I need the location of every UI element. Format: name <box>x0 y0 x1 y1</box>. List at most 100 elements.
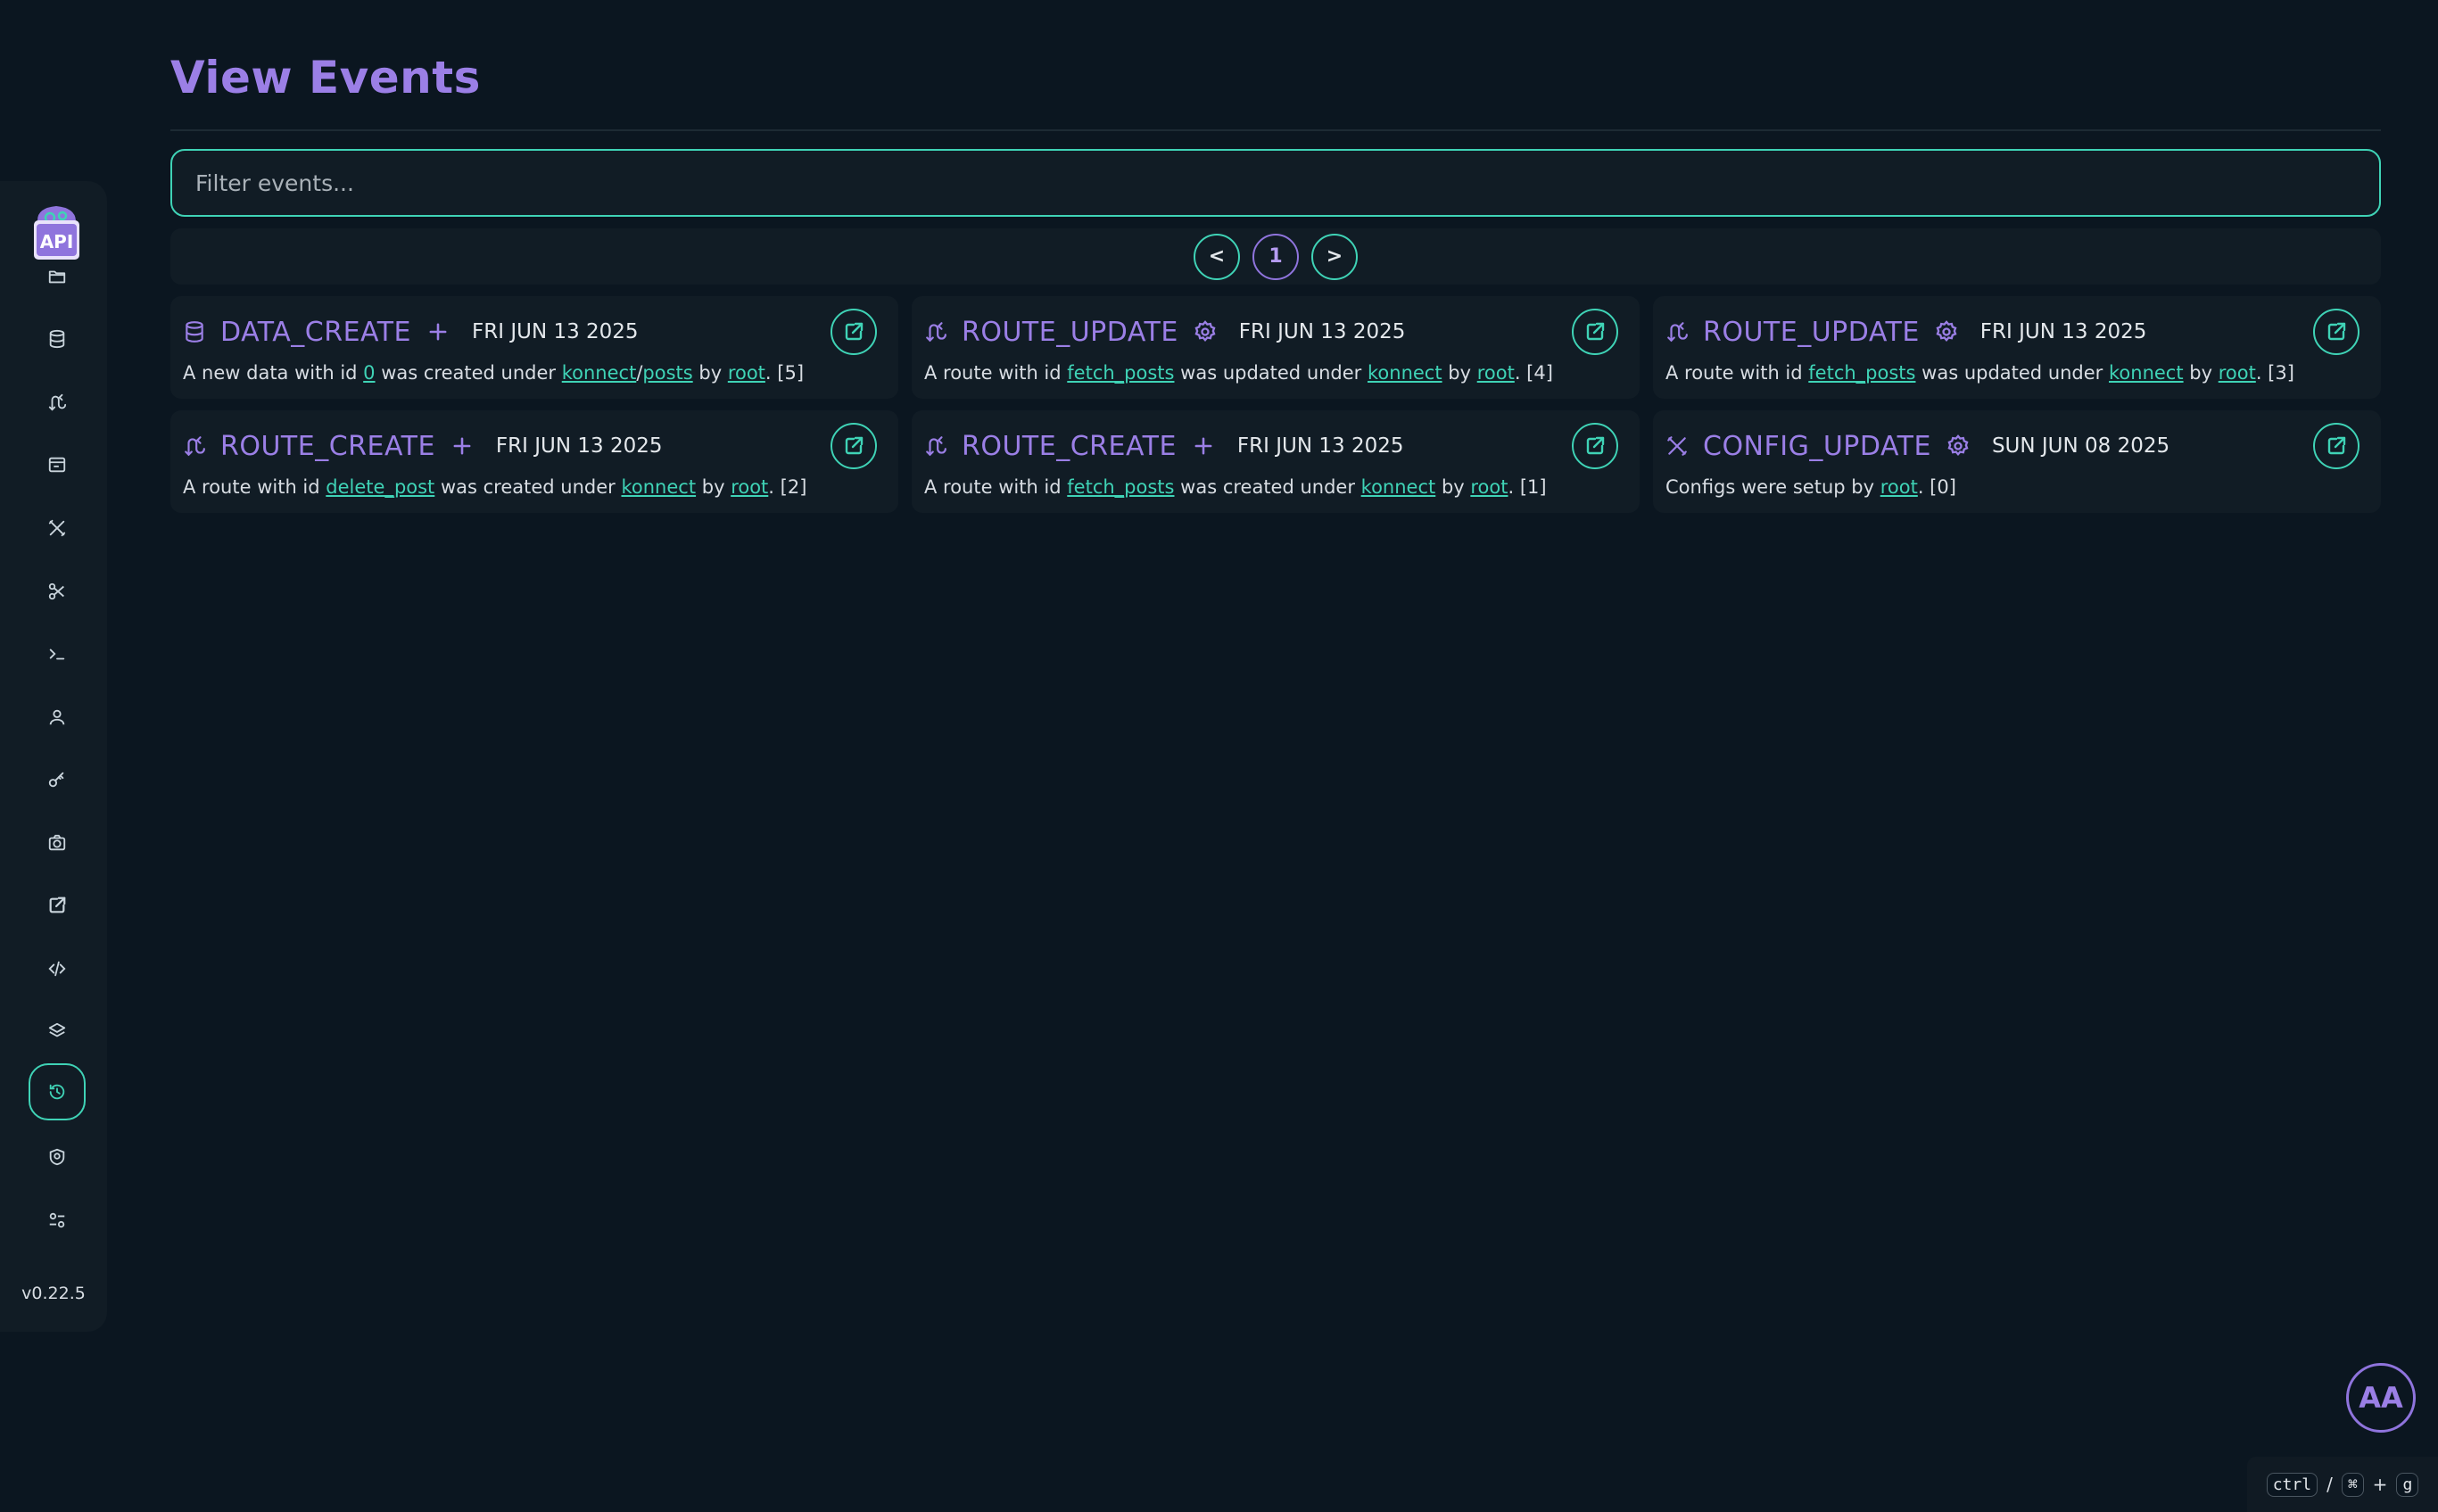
description-text: by <box>696 476 731 498</box>
event-date: FRI JUN 13 2025 <box>495 434 663 458</box>
route-icon <box>47 392 67 412</box>
description-text: . [3] <box>2255 362 2294 384</box>
window-icon <box>47 455 67 475</box>
event-card: ROUTE_UPDATE FRI JUN 13 2025 A route with … <box>912 296 1640 399</box>
version-label: v0.22.5 <box>21 1284 86 1303</box>
sidebar-item-layers[interactable] <box>29 1003 86 1060</box>
page-1-button[interactable]: 1 <box>1252 233 1299 280</box>
event-link[interactable]: posts <box>642 362 692 384</box>
sidebar-item-code[interactable] <box>29 940 86 997</box>
description-text: A new data with id <box>183 362 364 384</box>
description-text: A route with id <box>183 476 326 498</box>
event-date: FRI JUN 13 2025 <box>1236 434 1404 458</box>
route-icon <box>924 320 947 343</box>
layers-icon <box>47 1021 67 1041</box>
tools-icon <box>47 518 67 538</box>
external-link-icon <box>843 321 864 343</box>
event-header: ROUTE_CREATE FRI JUN 13 2025 <box>924 426 1403 466</box>
open-event-button[interactable] <box>2313 423 2359 469</box>
event-link[interactable]: 0 <box>363 362 375 384</box>
event-link[interactable]: root <box>1470 476 1508 498</box>
event-header: ROUTE_CREATE FRI JUN 13 2025 <box>183 426 662 466</box>
description-text: . [0] <box>1917 476 1956 498</box>
event-header: ROUTE_UPDATE FRI JUN 13 2025 <box>1665 312 2146 351</box>
shortcut-plus: + <box>2372 1474 2388 1495</box>
event-link[interactable]: root <box>2219 362 2256 384</box>
event-date: FRI JUN 13 2025 <box>1238 320 1406 343</box>
sidebar-item-folder[interactable] <box>29 248 86 305</box>
tools-icon <box>1665 434 1689 458</box>
sidebar-item-external-link[interactable] <box>29 877 86 934</box>
filter-events-input[interactable] <box>170 149 2381 217</box>
gear-icon <box>1934 319 1959 344</box>
event-description: A new data with id 0 was created under k… <box>183 362 804 384</box>
previous-page-button[interactable]: < <box>1194 233 1240 280</box>
database-icon <box>183 320 206 343</box>
event-link[interactable]: root <box>1880 476 1918 498</box>
history-icon <box>47 1082 67 1102</box>
sidebar-item-shield[interactable] <box>29 1128 86 1186</box>
open-event-button[interactable] <box>2313 309 2359 355</box>
event-link[interactable]: konnect <box>562 362 637 384</box>
route-icon <box>1665 320 1689 343</box>
event-link[interactable]: delete_post <box>326 476 434 498</box>
event-type: CONFIG_UPDATE <box>1703 430 1931 462</box>
event-header: DATA_CREATE FRI JUN 13 2025 <box>183 312 639 351</box>
sidebar-item-scissors[interactable] <box>29 563 86 620</box>
next-page-button[interactable]: > <box>1311 233 1358 280</box>
sidebar-item-camera[interactable] <box>29 814 86 872</box>
sidebar-item-window[interactable] <box>29 436 86 493</box>
event-link[interactable]: konnect <box>2109 362 2184 384</box>
sidebar-item-user[interactable] <box>29 689 86 746</box>
external-link-icon <box>47 896 67 915</box>
event-date: FRI JUN 13 2025 <box>472 320 639 343</box>
external-link-icon <box>1584 435 1606 457</box>
event-link[interactable]: root <box>731 476 768 498</box>
event-link[interactable]: fetch_posts <box>1067 476 1174 498</box>
event-link[interactable]: fetch_posts <box>1808 362 1915 384</box>
event-card: ROUTE_UPDATE FRI JUN 13 2025 A route with … <box>1653 296 2381 399</box>
description-text: by <box>692 362 728 384</box>
ctrl-key: ctrl <box>2266 1472 2318 1497</box>
event-description: A route with id fetch_posts was updated … <box>924 362 1553 384</box>
event-link[interactable]: fetch_posts <box>1067 362 1174 384</box>
page-title: View Events <box>170 52 481 103</box>
event-link[interactable]: root <box>728 362 765 384</box>
event-link[interactable]: root <box>1477 362 1515 384</box>
description-text: was created under <box>375 362 562 384</box>
open-event-button[interactable] <box>1572 423 1618 469</box>
sidebar-item-key[interactable] <box>29 751 86 808</box>
code-icon <box>47 959 67 979</box>
route-icon <box>924 434 947 458</box>
external-link-icon <box>1584 321 1606 343</box>
folder-icon <box>47 267 67 286</box>
description-text: was updated under <box>1174 362 1368 384</box>
plus-icon <box>1191 434 1216 459</box>
sidebar-item-route[interactable] <box>29 374 86 431</box>
open-event-button[interactable] <box>831 309 877 355</box>
event-link[interactable]: konnect <box>1361 476 1436 498</box>
sidebar-item-tools[interactable] <box>29 500 86 557</box>
open-event-button[interactable] <box>1572 309 1618 355</box>
sidebar-item-history[interactable] <box>29 1063 86 1120</box>
event-link[interactable]: konnect <box>1368 362 1442 384</box>
keyboard-shortcut-hint: ctrl / ⌘ + g <box>2247 1457 2438 1512</box>
sidebar-item-settings[interactable] <box>29 1192 86 1249</box>
sidebar-item-terminal[interactable] <box>29 625 86 682</box>
shortcut-separator: / <box>2326 1474 2333 1495</box>
open-event-button[interactable] <box>831 423 877 469</box>
external-link-icon <box>843 435 864 457</box>
event-description: A route with id fetch_posts was updated … <box>1665 362 2294 384</box>
gear-icon <box>1946 434 1971 459</box>
plus-icon <box>450 434 475 459</box>
scissors-icon <box>47 582 67 601</box>
avatar[interactable]: AA <box>2346 1363 2416 1433</box>
event-card: CONFIG_UPDATE SUN JUN 08 2025 Configs were… <box>1653 410 2381 513</box>
event-date: SUN JUN 08 2025 <box>1991 434 2170 458</box>
event-link[interactable]: konnect <box>621 476 696 498</box>
sidebar-item-database[interactable] <box>29 310 86 368</box>
description-text: by <box>1435 476 1471 498</box>
event-card: DATA_CREATE FRI JUN 13 2025 A new data wit… <box>170 296 898 399</box>
description-text: was created under <box>434 476 622 498</box>
description-text: A route with id <box>1665 362 1809 384</box>
